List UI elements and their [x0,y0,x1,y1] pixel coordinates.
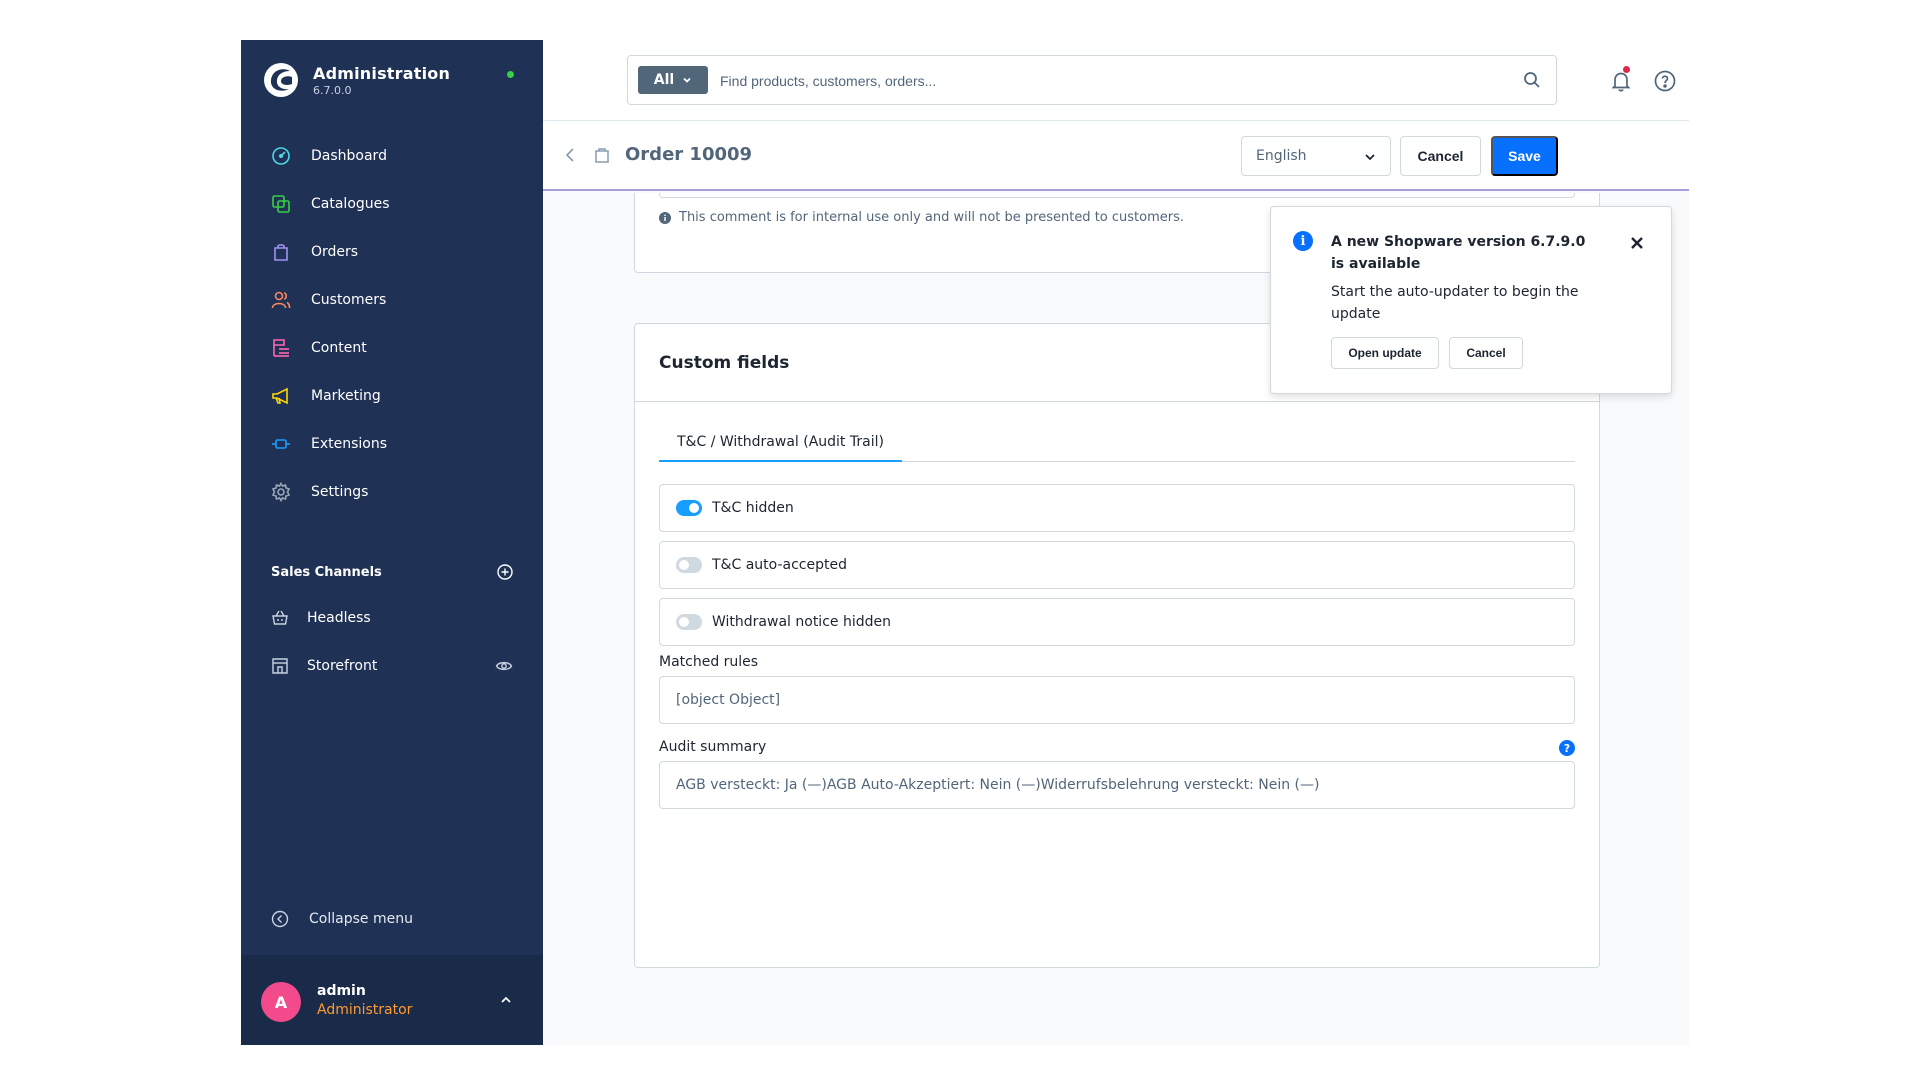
chevron-down-icon [1365,154,1375,161]
admin-window: Administration 6.7.0.0 Dashboard Catalog… [241,40,1689,1045]
storefront-icon [272,658,288,674]
global-search: All [627,55,1557,105]
sidebar: Administration 6.7.0.0 Dashboard Catalog… [241,40,543,1045]
tab-audit-trail[interactable]: T&C / Withdrawal (Audit Trail) [659,424,902,462]
info-icon [659,211,671,224]
chevron-up-icon[interactable] [499,993,513,1007]
top-bar: All [543,40,1689,121]
chevron-down-icon [683,77,691,83]
orders-icon [271,242,291,262]
back-arrow-icon[interactable] [563,146,579,164]
sales-channel-label: Storefront [307,658,378,674]
user-role: Administrator [317,1002,413,1018]
collapse-menu[interactable]: Collapse menu [271,910,413,928]
nav-label: Customers [311,292,387,308]
nav-label: Extensions [311,436,388,452]
notification-cancel-button[interactable]: Cancel [1449,337,1523,369]
eye-icon[interactable] [495,657,513,675]
collapse-icon [271,910,289,928]
sales-channel-storefront[interactable]: Storefront [241,642,543,690]
sales-channels-title: Sales Channels [271,564,382,580]
search-input[interactable] [720,68,1500,94]
user-panel[interactable]: A admin Administrator [241,955,543,1045]
language-switch[interactable]: English [1241,136,1391,176]
user-name: admin [317,983,366,999]
help-tooltip-icon[interactable]: ? [1559,740,1575,756]
search-icon[interactable] [1522,70,1542,90]
app-title: Administration [313,63,451,83]
search-type-label: All [653,72,675,88]
brand[interactable]: Administration 6.7.0.0 [263,62,450,98]
audit-summary-label: Audit summary [659,739,767,755]
custom-fields-card: Custom fields T&C / Withdrawal (Audit Tr… [634,323,1600,968]
main-nav: Dashboard Catalogues Orders Customers Co… [241,132,543,516]
toggle-label: T&C auto-accepted [712,557,847,573]
toggle-withdrawal-hidden[interactable]: Withdrawal notice hidden [659,598,1575,646]
cancel-button[interactable]: Cancel [1400,136,1481,176]
bell-icon[interactable] [1609,69,1633,93]
nav-label: Catalogues [311,196,390,212]
nav-item-orders[interactable]: Orders [241,228,543,276]
help-icon[interactable] [1653,69,1677,93]
sales-channel-label: Headless [307,610,371,626]
audit-summary-field[interactable]: AGB versteckt: Ja (—)AGB Auto-Akzeptiert… [659,761,1575,809]
online-status-dot [507,71,514,78]
comment-hint-text: This comment is for internal use only an… [679,210,1185,225]
update-notification: i A new Shopware version 6.7.9.0 is avai… [1270,206,1672,394]
toggle-label: Withdrawal notice hidden [712,614,891,630]
notification-title: A new Shopware version 6.7.9.0 is availa… [1331,234,1586,272]
catalogue-icon [271,194,291,214]
extensions-icon [271,434,291,454]
marketing-icon [271,386,291,406]
matched-rules-label: Matched rules [659,654,759,670]
custom-fields-tabs: T&C / Withdrawal (Audit Trail) [659,424,1575,462]
add-sales-channel-icon[interactable] [497,564,513,580]
toggle-label: T&C hidden [712,500,794,516]
search-type-select[interactable]: All [638,66,708,94]
nav-item-catalogues[interactable]: Catalogues [241,180,543,228]
nav-label: Settings [311,484,369,500]
page-title: Order 10009 [625,144,753,165]
switch-off[interactable] [676,614,702,630]
toggle-tc-auto-accepted[interactable]: T&C auto-accepted [659,541,1575,589]
language-value: English [1256,148,1307,164]
open-update-button[interactable]: Open update [1331,337,1439,369]
collapse-menu-label: Collapse menu [309,911,413,927]
dashboard-icon [271,146,291,166]
smart-bar: Order 10009 English Cancel Save [543,121,1689,191]
sales-channels-header: Sales Channels [271,564,513,580]
nav-label: Content [311,340,367,356]
avatar: A [261,982,301,1022]
switch-on[interactable] [676,500,702,516]
notification-badge [1623,66,1630,73]
orders-icon [595,148,609,163]
settings-icon [271,482,291,502]
shopware-logo-icon [264,63,298,97]
nav-item-dashboard[interactable]: Dashboard [241,132,543,180]
nav-item-customers[interactable]: Customers [241,276,543,324]
nav-item-marketing[interactable]: Marketing [241,372,543,420]
nav-item-content[interactable]: Content [241,324,543,372]
sales-channel-list: Headless Storefront [241,594,543,690]
customers-icon [271,290,291,310]
nav-item-settings[interactable]: Settings [241,468,543,516]
basket-icon [272,610,288,625]
matched-rules-field[interactable]: [object Object] [659,676,1575,724]
toggle-tc-hidden[interactable]: T&C hidden [659,484,1575,532]
switch-off[interactable] [676,557,702,573]
app-version: 6.7.0.0 [313,83,352,97]
sales-channel-headless[interactable]: Headless [241,594,543,642]
close-icon[interactable] [1629,235,1645,251]
info-icon: i [1293,231,1313,251]
save-button[interactable]: Save [1491,136,1558,176]
nav-label: Dashboard [311,148,387,164]
nav-label: Orders [311,244,359,260]
comment-hint: This comment is for internal use only an… [659,210,1184,225]
nav-label: Marketing [311,388,381,404]
notification-text: Start the auto-updater to begin the upda… [1331,284,1579,322]
internal-comment-field[interactable] [659,193,1575,198]
nav-item-extensions[interactable]: Extensions [241,420,543,468]
content-icon [271,338,291,358]
